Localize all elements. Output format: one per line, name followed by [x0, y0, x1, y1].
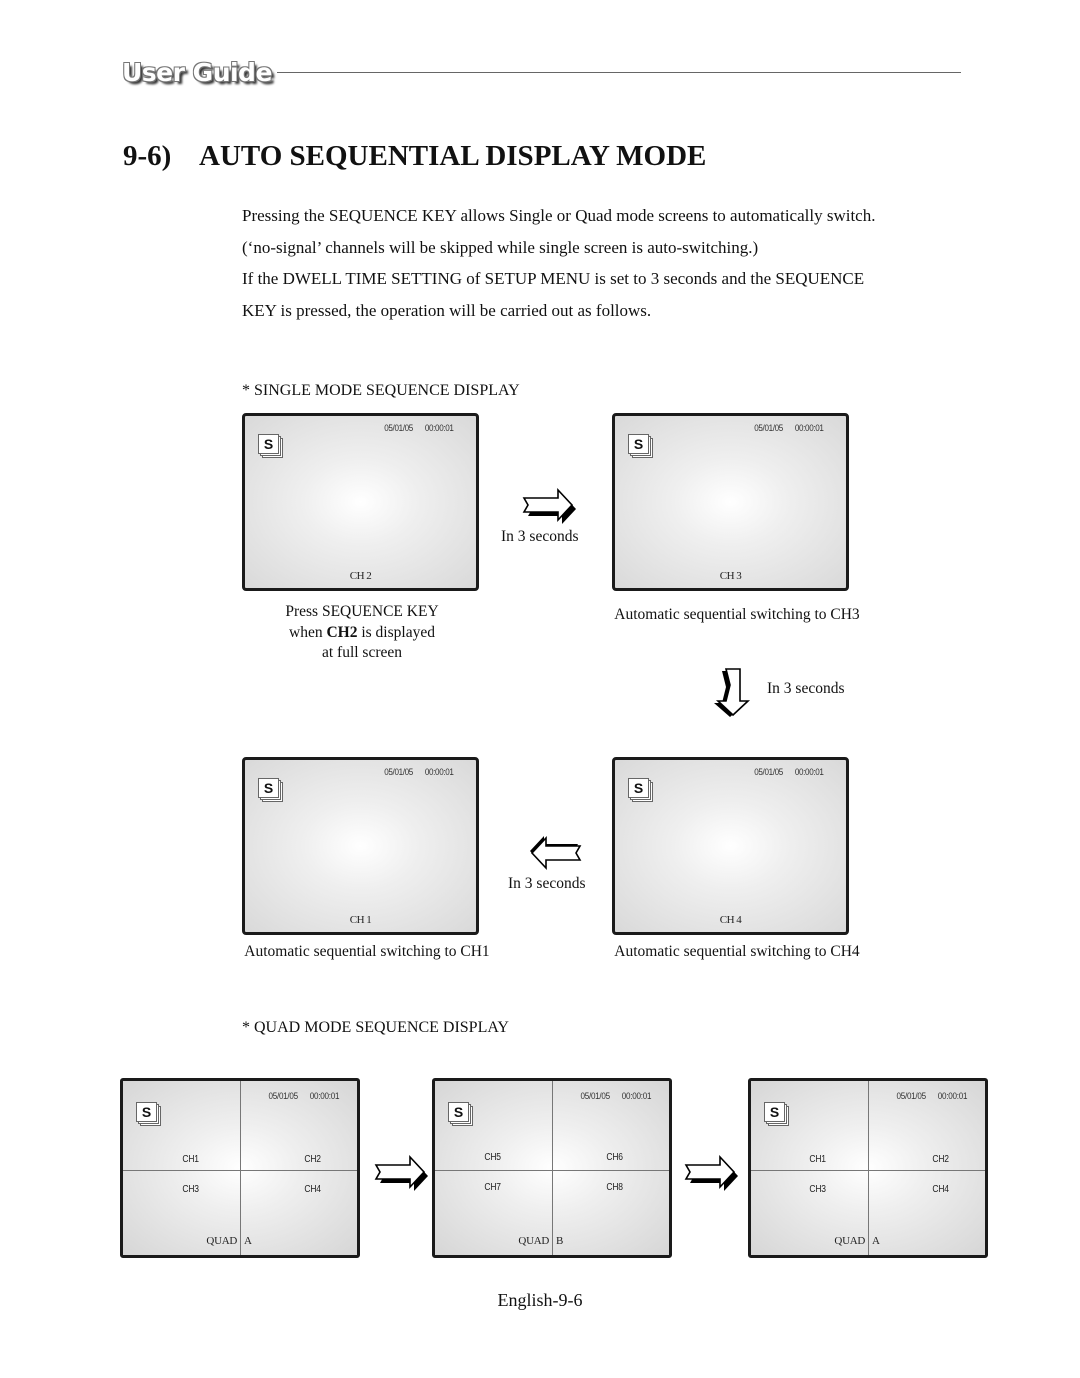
quad-channel: CH1	[809, 1154, 826, 1165]
quad-label: QUAD	[206, 1235, 237, 1247]
intro-line: If the DWELL TIME SETTING of SETUP MENU …	[242, 269, 865, 288]
caption-ch2: Press SEQUENCE KEY when CH2 is displayed…	[285, 603, 439, 661]
user-guide-logo: User Guide	[122, 58, 272, 87]
sequence-s-icon: S	[628, 778, 653, 802]
header-rule	[277, 72, 961, 73]
datetime: 05/01/05 00:00:01	[754, 423, 825, 434]
datetime: 05/01/05 00:00:01	[896, 1091, 967, 1102]
quad-channel: CH7	[484, 1182, 501, 1193]
left-arrow-icon	[530, 835, 582, 871]
quad-label: QUAD	[518, 1235, 549, 1247]
quad-screen-b: 05/01/05 00:00:01 S CH5 CH6 CH7 CH8 QUAD …	[432, 1078, 672, 1258]
quad-group: B	[556, 1235, 564, 1247]
single-mode-label: * SINGLE MODE SEQUENCE DISPLAY	[242, 382, 520, 399]
arrow-label: In 3 seconds	[508, 875, 586, 892]
sequence-s-icon: S	[628, 434, 653, 458]
right-arrow-icon	[374, 1155, 428, 1191]
channel-label: CH 2	[349, 570, 372, 582]
quad-group: A	[872, 1235, 880, 1247]
single-screen-ch3: 05/01/05 00:00:01 S CH 3	[612, 413, 849, 591]
datetime: 05/01/05 00:00:01	[384, 423, 455, 434]
channel-label: CH 4	[719, 914, 742, 926]
intro-line: KEY is pressed, the operation will be ca…	[242, 300, 652, 320]
sequence-s-icon: S	[448, 1102, 473, 1126]
right-arrow-icon	[522, 488, 576, 524]
arrow-label: In 3 seconds	[501, 528, 579, 545]
quad-channel: CH4	[932, 1184, 949, 1195]
page-number: English-9-6	[497, 1290, 583, 1310]
section-title-text: AUTO SEQUENTIAL DISPLAY MODE	[199, 140, 707, 172]
sequence-s-icon: S	[136, 1102, 161, 1126]
caption-ch4: Automatic sequential switching to CH4	[614, 943, 860, 960]
quad-channel: CH3	[182, 1184, 199, 1195]
quad-label: QUAD	[834, 1235, 865, 1247]
quad-mode-label: * QUAD MODE SEQUENCE DISPLAY	[242, 1019, 509, 1036]
quad-group: A	[244, 1235, 252, 1247]
quad-channel: CH6	[606, 1152, 623, 1163]
quad-channel: CH5	[484, 1152, 501, 1163]
quad-channel: CH2	[932, 1154, 949, 1165]
single-screen-ch2: 05/01/05 00:00:01 S CH 2	[242, 413, 479, 591]
datetime: 05/01/05 00:00:01	[754, 767, 825, 778]
caption-ch1: Automatic sequential switching to CH1	[244, 943, 490, 960]
quad-channel: CH8	[606, 1182, 623, 1193]
arrow-label: In 3 seconds	[767, 680, 845, 697]
right-arrow-icon	[684, 1155, 738, 1191]
sequence-s-icon: S	[258, 434, 283, 458]
caption-ch3: Automatic sequential switching to CH3	[614, 606, 860, 623]
single-screen-ch1: 05/01/05 00:00:01 S CH 1	[242, 757, 479, 935]
intro-line: (‘no-signal’ channels will be skipped wh…	[242, 237, 759, 257]
channel-label: CH 1	[349, 914, 372, 926]
quad-screen-a-repeat: 05/01/05 00:00:01 S CH1 CH2 CH3 CH4 QUAD …	[748, 1078, 988, 1258]
quad-screen-a: 05/01/05 00:00:01 S CH1 CH2 CH3 CH4 QUAD …	[120, 1078, 360, 1258]
sequence-s-icon: S	[764, 1102, 789, 1126]
datetime: 05/01/05 00:00:01	[384, 767, 455, 778]
datetime: 05/01/05 00:00:01	[580, 1091, 651, 1102]
intro-line: Pressing the SEQUENCE KEY allows Single …	[242, 206, 876, 225]
section-number: 9-6)	[123, 140, 172, 172]
quad-channel: CH1	[182, 1154, 199, 1165]
quad-channel: CH2	[304, 1154, 321, 1165]
down-arrow-icon	[714, 668, 751, 717]
section-title: 9-6) AUTO SEQUENTIAL DISPLAY MODE	[123, 140, 706, 173]
single-screen-ch4: 05/01/05 00:00:01 S CH 4	[612, 757, 849, 935]
intro-paragraph: Pressing the SEQUENCE KEY allows Single …	[242, 200, 982, 326]
quad-channel: CH3	[809, 1184, 826, 1195]
channel-label: CH 3	[719, 570, 742, 582]
quad-channel: CH4	[304, 1184, 321, 1195]
datetime: 05/01/05 00:00:01	[268, 1091, 339, 1102]
sequence-s-icon: S	[258, 778, 283, 802]
